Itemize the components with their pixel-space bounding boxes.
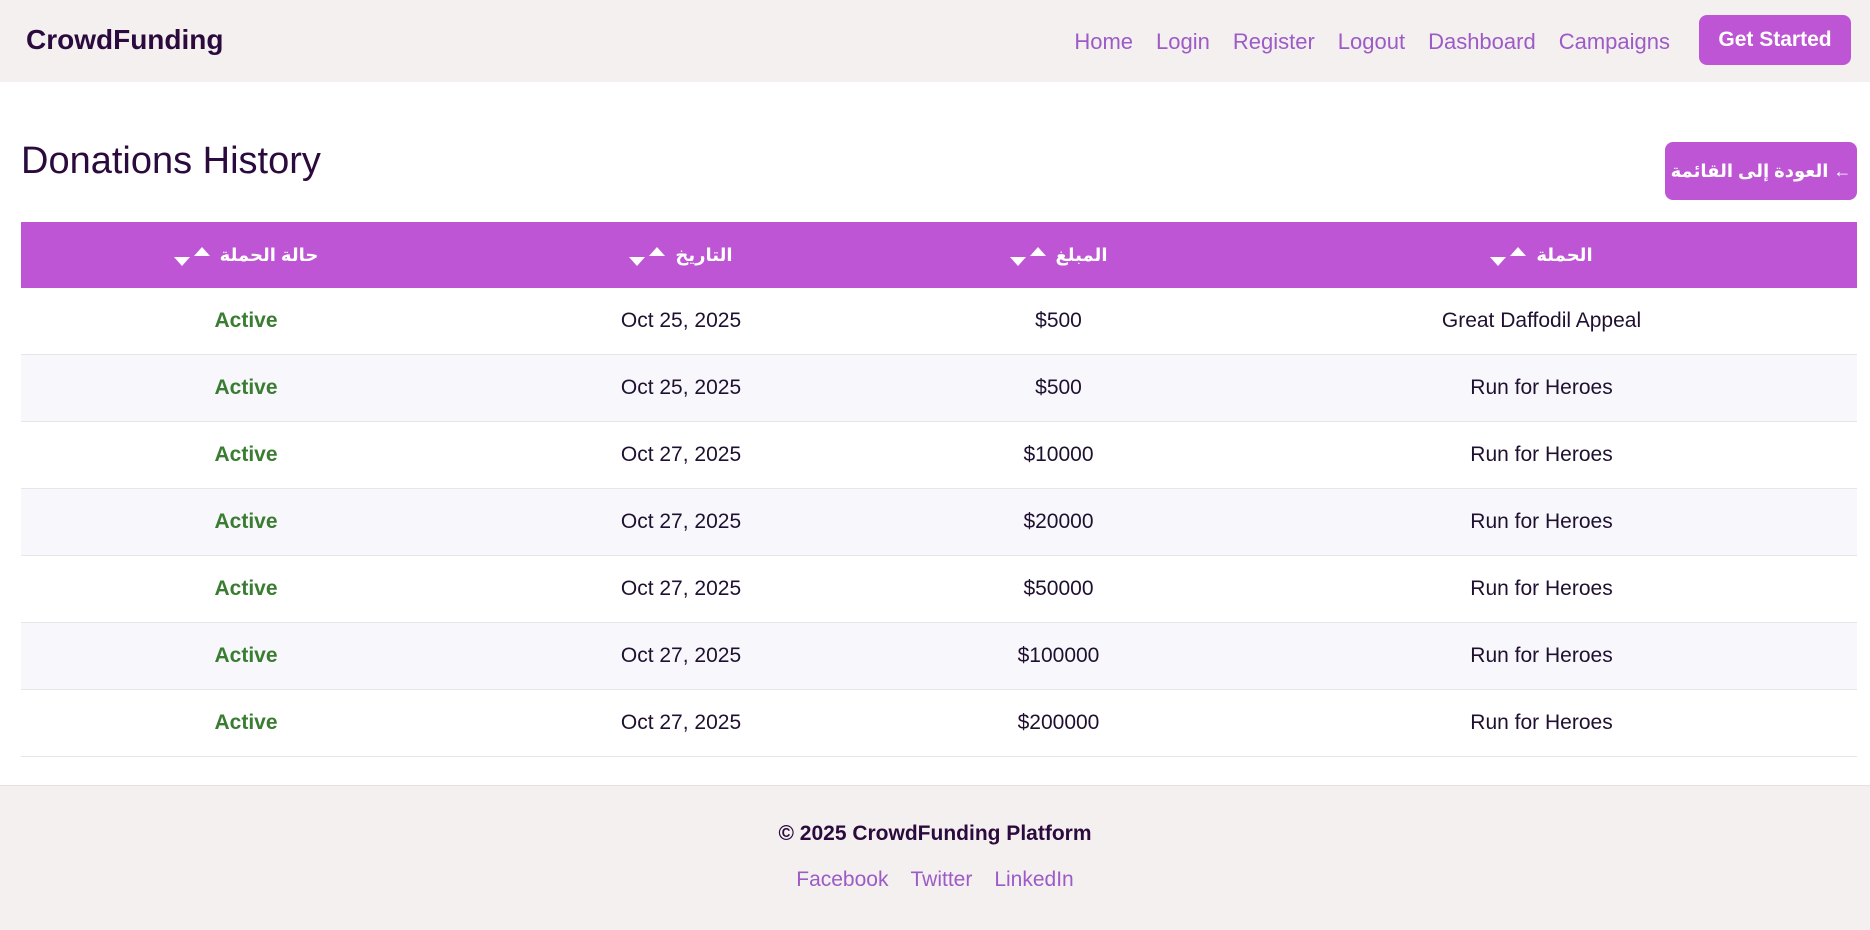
table-row: Active Oct 27, 2025 $100000 Run for Hero… xyxy=(21,623,1857,690)
footer-link-linkedin[interactable]: LinkedIn xyxy=(994,868,1073,892)
column-label: المبلغ xyxy=(1055,244,1108,265)
amount-cell: $10000 xyxy=(1023,443,1094,466)
table-header: حالة الحملة التاريخ المبلغ الحملة xyxy=(21,222,1857,288)
get-started-button[interactable]: Get Started xyxy=(1699,15,1851,65)
sort-down-icon[interactable] xyxy=(1490,256,1507,266)
campaign-cell: Run for Heroes xyxy=(1470,443,1613,466)
date-cell: Oct 27, 2025 xyxy=(620,711,742,734)
sort-down-icon[interactable] xyxy=(173,256,190,266)
status-cell: Active xyxy=(214,577,278,600)
donations-table: حالة الحملة التاريخ المبلغ الحملة Active… xyxy=(21,222,1857,757)
campaign-cell: Run for Heroes xyxy=(1470,577,1613,600)
column-label: حالة الحملة xyxy=(219,244,319,265)
amount-cell: $500 xyxy=(1035,309,1082,332)
amount-cell: $100000 xyxy=(1017,644,1100,667)
nav-login[interactable]: Login xyxy=(1156,28,1210,56)
status-cell: Active xyxy=(214,443,278,466)
sort-down-icon[interactable] xyxy=(629,256,646,266)
date-cell: Oct 25, 2025 xyxy=(620,309,742,332)
sort-control[interactable] xyxy=(1009,246,1046,266)
column-header-status[interactable]: حالة الحملة xyxy=(21,222,471,288)
sort-up-icon[interactable] xyxy=(649,246,666,256)
nav-register[interactable]: Register xyxy=(1233,28,1315,56)
amount-cell: $20000 xyxy=(1023,510,1094,533)
amount-cell: $50000 xyxy=(1023,577,1094,600)
status-cell: Active xyxy=(214,510,278,533)
campaign-cell: Great Daffodil Appeal xyxy=(1441,309,1642,332)
nav-dashboard[interactable]: Dashboard xyxy=(1428,28,1536,56)
page-title: Donations History xyxy=(21,140,321,182)
column-header-amount[interactable]: المبلغ xyxy=(891,222,1226,288)
footer-link-facebook[interactable]: Facebook xyxy=(796,868,888,892)
sort-control[interactable] xyxy=(173,246,210,266)
date-cell: Oct 27, 2025 xyxy=(620,644,742,667)
campaign-cell: Run for Heroes xyxy=(1470,510,1613,533)
date-cell: Oct 27, 2025 xyxy=(620,510,742,533)
table-row: Active Oct 27, 2025 $200000 Run for Hero… xyxy=(21,690,1857,757)
sort-up-icon[interactable] xyxy=(1029,246,1046,256)
top-navbar: CrowdFunding Home Login Register Logout … xyxy=(0,0,1870,82)
table-row: Active Oct 25, 2025 $500 Run for Heroes xyxy=(21,355,1857,422)
status-cell: Active xyxy=(214,644,278,667)
date-cell: Oct 27, 2025 xyxy=(620,443,742,466)
nav-home[interactable]: Home xyxy=(1074,28,1133,56)
main-content: Donations History ← العودة إلى القائمة ح… xyxy=(0,82,1870,785)
nav-logout[interactable]: Logout xyxy=(1338,28,1405,56)
sort-down-icon[interactable] xyxy=(1009,256,1026,266)
campaign-cell: Run for Heroes xyxy=(1470,644,1613,667)
date-cell: Oct 27, 2025 xyxy=(620,577,742,600)
table-row: Active Oct 27, 2025 $10000 Run for Heroe… xyxy=(21,422,1857,489)
nav-campaigns[interactable]: Campaigns xyxy=(1559,28,1670,56)
amount-cell: $200000 xyxy=(1017,711,1100,734)
sort-up-icon[interactable] xyxy=(1510,246,1527,256)
sort-control[interactable] xyxy=(629,246,666,266)
status-cell: Active xyxy=(214,309,278,332)
column-label: الحملة xyxy=(1536,244,1593,265)
table-row: Active Oct 27, 2025 $20000 Run for Heroe… xyxy=(21,489,1857,556)
footer-links: Facebook Twitter LinkedIn xyxy=(0,868,1870,892)
column-header-campaign[interactable]: الحملة xyxy=(1226,222,1857,288)
status-cell: Active xyxy=(214,711,278,734)
page-footer: © 2025 CrowdFunding Platform Facebook Tw… xyxy=(0,785,1870,930)
column-header-date[interactable]: التاريخ xyxy=(471,222,891,288)
date-cell: Oct 25, 2025 xyxy=(620,376,742,399)
footer-copyright: © 2025 CrowdFunding Platform xyxy=(778,822,1092,845)
sort-up-icon[interactable] xyxy=(193,246,210,256)
table-row: Active Oct 27, 2025 $50000 Run for Heroe… xyxy=(21,556,1857,623)
brand-logo[interactable]: CrowdFunding xyxy=(26,24,224,56)
sort-control[interactable] xyxy=(1490,246,1527,266)
amount-cell: $500 xyxy=(1035,376,1082,399)
footer-link-twitter[interactable]: Twitter xyxy=(910,868,972,892)
table-row: Active Oct 25, 2025 $500 Great Daffodil … xyxy=(21,288,1857,355)
status-cell: Active xyxy=(214,376,278,399)
campaign-cell: Run for Heroes xyxy=(1470,711,1613,734)
campaign-cell: Run for Heroes xyxy=(1470,376,1613,399)
main-nav: Home Login Register Logout Dashboard Cam… xyxy=(1074,28,1670,56)
back-to-list-button[interactable]: ← العودة إلى القائمة xyxy=(1665,142,1857,200)
column-label: التاريخ xyxy=(675,244,733,265)
